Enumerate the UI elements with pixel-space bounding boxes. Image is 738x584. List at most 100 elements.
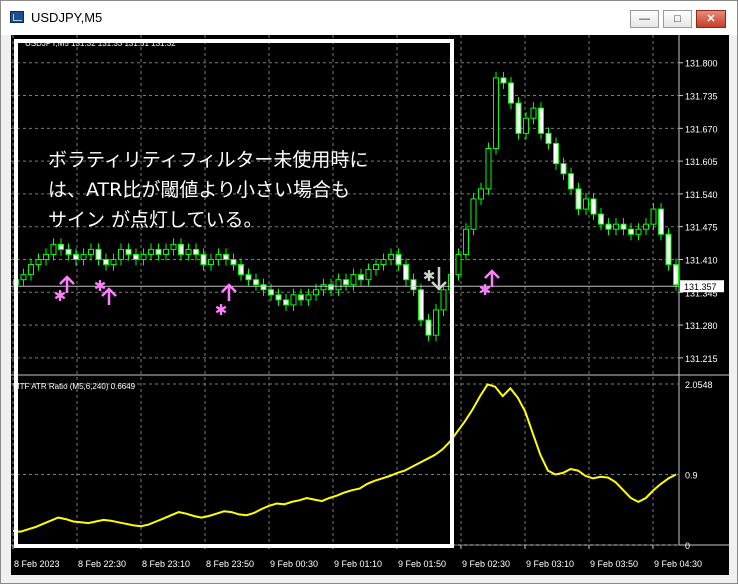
candle-body (350, 274, 357, 286)
candle-body (178, 243, 184, 255)
candle-body (155, 248, 162, 255)
candle-body (95, 248, 102, 260)
candle-body (20, 274, 27, 281)
candle-body (620, 223, 627, 230)
candle-body (575, 188, 582, 210)
candle-body (485, 148, 492, 190)
candle-body (598, 213, 604, 225)
candle-body (395, 253, 402, 266)
candle-body (493, 77, 499, 150)
candle-body (515, 102, 522, 134)
minimize-button[interactable]: — (630, 10, 659, 28)
candle-body (373, 264, 379, 271)
candle-body (523, 117, 529, 134)
candle-body (260, 284, 267, 291)
chart-canvas[interactable]: 131.800 131.735 131.670 131.605 131.540 131.4… (11, 35, 729, 575)
candle-body (215, 253, 222, 260)
candle-body (403, 264, 409, 281)
candle-body (418, 289, 424, 321)
indicator-scale-label: 2.0548 (685, 380, 713, 390)
candle-body (463, 228, 469, 255)
candle-body (613, 223, 619, 230)
indicator-scale-label: 0.9 (685, 470, 698, 480)
candle-body (605, 223, 612, 230)
candle-body (433, 309, 439, 336)
candle-body (545, 132, 552, 144)
candle-body (208, 258, 214, 266)
candle-body (643, 223, 649, 230)
candle-body (560, 163, 567, 175)
candle-body (650, 208, 657, 225)
candle-body (568, 173, 574, 190)
candle-body (43, 253, 49, 260)
candle-body (163, 248, 169, 255)
candle-body (553, 142, 559, 165)
signal-star-icon: ✱ (479, 281, 492, 299)
price-label: 131.605 (685, 157, 718, 167)
signal-star-icon: ✱ (54, 287, 67, 305)
candle-body (65, 248, 72, 255)
candle-body (35, 258, 42, 266)
candle-body (478, 188, 484, 200)
candle-body (508, 82, 514, 104)
candle-body (530, 107, 537, 119)
signal-star-icon: ✱ (423, 267, 436, 285)
candle-body (673, 264, 679, 286)
candle-body (455, 253, 462, 276)
time-label: 8 Feb 23:50 (206, 559, 254, 569)
price-label: 131.475 (685, 223, 718, 233)
current-price-label: 131.357 (684, 282, 717, 292)
candle-body (538, 107, 544, 134)
candle-body (200, 253, 207, 266)
signal-star-icon: ✱ (215, 301, 228, 319)
candle-body (193, 248, 199, 255)
maximize-button[interactable]: □ (663, 10, 692, 28)
candle-body (73, 253, 79, 260)
candle-body (425, 319, 432, 336)
candle-body (275, 294, 282, 301)
candle-body (140, 253, 147, 260)
candle-body (628, 228, 634, 235)
candle-body (253, 279, 259, 286)
annotation-line-3: サイン が点灯している。 (48, 209, 263, 231)
candle-body (50, 243, 57, 255)
time-label: 8 Feb 23:10 (142, 559, 190, 569)
chart-window: USDJPY,M5 — □ ✕ 131.800 131.735 131.670 131… (0, 0, 738, 584)
time-label: 9 Feb 01:10 (334, 559, 382, 569)
price-label: 131.280 (685, 321, 718, 331)
candle-body (470, 198, 477, 230)
candle-body (148, 248, 154, 255)
candle-body (320, 284, 327, 291)
indicator-scale-label: 0 (685, 541, 690, 551)
window-title: USDJPY,M5 (31, 10, 103, 25)
candle-body (298, 294, 304, 301)
candle-body (118, 248, 124, 260)
window-titlebar[interactable]: USDJPY,M5 — □ ✕ (1, 1, 737, 35)
price-label: 131.410 (685, 255, 718, 265)
time-label: 8 Feb 22:30 (78, 559, 126, 569)
price-label: 131.670 (685, 124, 718, 134)
annotation-line-1: ボラティリティフィルター未使用時に (48, 149, 369, 171)
signal-star-icon: ✱ (94, 277, 107, 295)
candle-body (358, 274, 364, 281)
annotation-line-2: は、ATR比が閾値より小さい場合も (48, 179, 350, 201)
time-label: 9 Feb 01:50 (398, 559, 446, 569)
candle-body (388, 253, 394, 260)
candle-body (268, 289, 274, 296)
highlight-frame (14, 39, 454, 548)
candle-body (110, 258, 117, 266)
close-button[interactable]: ✕ (696, 10, 726, 28)
candle-body (365, 269, 372, 281)
candle-body (328, 284, 334, 291)
candle-body (343, 279, 349, 286)
buy-arrow-icon (221, 283, 237, 301)
atr-ratio-line (12, 383, 677, 533)
time-label: 9 Feb 03:10 (526, 559, 574, 569)
chart-area[interactable]: 131.800 131.735 131.670 131.605 131.540 131.4… (11, 35, 729, 575)
price-label: 131.215 (685, 354, 718, 364)
price-label: 131.800 (685, 59, 718, 69)
candle-body (238, 264, 244, 276)
candle-body (500, 77, 507, 84)
candle-body (88, 248, 94, 255)
candle-body (103, 258, 109, 266)
